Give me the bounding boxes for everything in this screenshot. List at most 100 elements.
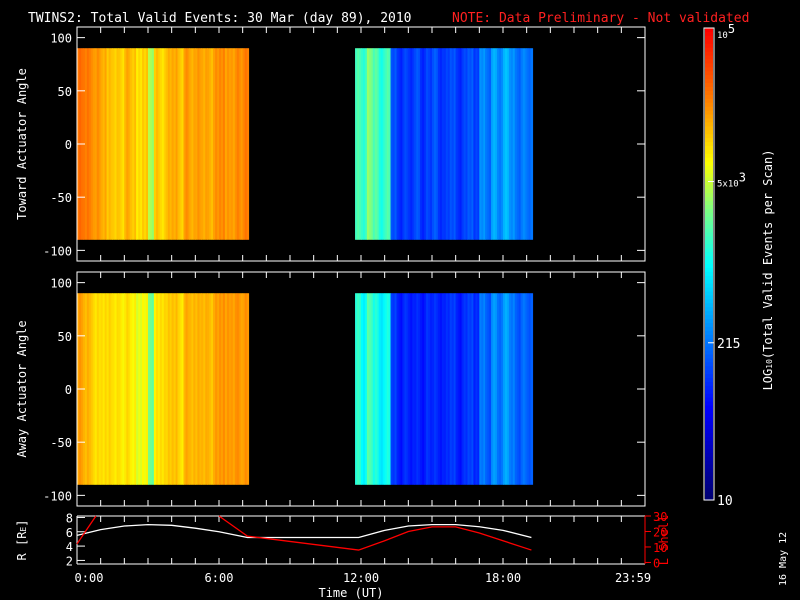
away-cell-stripe	[424, 293, 427, 485]
toward-cell-stripe	[451, 48, 454, 240]
toward-cell-stripe	[433, 48, 437, 240]
colorbar-swatch	[705, 472, 713, 477]
away-cell-stripe	[426, 293, 429, 485]
toward-cell-stripe	[388, 48, 391, 240]
toward-cell-stripe	[148, 48, 151, 240]
away-cell-stripe	[506, 293, 510, 485]
colorbar-swatch	[705, 326, 713, 332]
toward-cell-stripe	[130, 48, 133, 240]
toward-cell-stripe	[384, 48, 387, 240]
toward-cell-stripe	[100, 48, 103, 240]
toward-cell-stripe	[475, 48, 478, 240]
toward-cell-stripe	[435, 48, 439, 240]
colorbar-swatch	[705, 110, 713, 116]
away-cell-stripe	[183, 293, 186, 485]
toward-cell-stripe	[84, 48, 88, 240]
colorbar-swatch	[705, 248, 713, 253]
plot-title: TWINS2: Total Valid Events: 30 Mar (day …	[28, 11, 412, 26]
colorbar-swatch	[705, 405, 713, 411]
toward-cell-stripe	[378, 48, 382, 240]
away-cell-stripe	[100, 293, 103, 485]
away-cell-stripe	[238, 293, 241, 485]
y-tick-label: 0	[65, 138, 72, 152]
toward-cell-stripe	[432, 48, 435, 240]
toward-cell-stripe	[108, 48, 111, 240]
toward-cell-stripe	[463, 48, 466, 240]
toward-cell-stripe	[422, 48, 425, 240]
away-cell-stripe	[524, 293, 527, 485]
colorbar-tick-label: 5x103	[717, 171, 746, 190]
away-cell-stripe	[90, 293, 94, 485]
away-cell-stripe	[199, 293, 202, 485]
toward-cell-stripe	[132, 48, 135, 240]
toward-cell-stripe	[151, 48, 155, 240]
toward-cell-stripe	[175, 48, 178, 240]
colorbar-swatch	[705, 437, 713, 442]
toward-cell-stripe	[195, 48, 198, 240]
colorbar-swatch	[705, 283, 713, 289]
away-cell-stripe	[463, 293, 466, 485]
toward-cell-stripe	[465, 48, 468, 240]
toward-cell-stripe	[376, 48, 380, 240]
away-cell-stripe	[185, 293, 188, 485]
toward-cell-stripe	[149, 48, 153, 240]
colorbar-swatch	[705, 220, 713, 226]
r-tick-label: 4	[66, 540, 73, 554]
colorbar-swatch	[705, 114, 713, 120]
away-cell-stripe	[404, 293, 407, 485]
colorbar-swatch	[705, 279, 713, 285]
toward-cell-stripe	[441, 48, 445, 240]
toward-cell-stripe	[485, 48, 488, 240]
away-cell-stripe	[493, 293, 496, 485]
toward-cell-stripe	[380, 48, 383, 240]
toward-cell-stripe	[457, 48, 460, 240]
away-cell-stripe	[497, 293, 500, 485]
away-cell-stripe	[512, 293, 516, 485]
toward-cell-stripe	[201, 48, 204, 240]
away-cell-stripe	[220, 293, 224, 485]
colorbar-swatch	[705, 87, 713, 92]
colorbar-swatch	[705, 299, 713, 304]
away-cell-stripe	[433, 293, 437, 485]
toward-cell-stripe	[508, 48, 512, 240]
x-tick-label: 12:00	[343, 571, 379, 585]
toward-cell-stripe	[94, 48, 98, 240]
x-axis-label: Time (UT)	[318, 586, 383, 600]
toward-cell-stripe	[128, 48, 131, 240]
toward-cell-stripe	[102, 48, 105, 240]
toward-cell-stripe	[503, 48, 506, 240]
colorbar-swatch	[705, 315, 713, 320]
colorbar-swatch	[705, 425, 713, 430]
colorbar-swatch	[705, 149, 713, 155]
toward-cell-stripe	[459, 48, 462, 240]
away-cell-stripe	[481, 293, 484, 485]
toward-cell-stripe	[412, 48, 415, 240]
away-cell-stripe	[122, 293, 125, 485]
away-cell-stripe	[386, 293, 389, 485]
toward-cell-stripe	[359, 48, 362, 240]
colorbar-swatch	[705, 492, 713, 497]
toward-cell-stripe	[526, 48, 529, 240]
away-cell-stripe	[473, 293, 476, 485]
colorbar-swatch	[705, 409, 713, 415]
toward-cell-stripe	[173, 48, 176, 240]
r-axis-label: R [RE]	[15, 520, 29, 561]
toward-cell-stripe	[447, 48, 451, 240]
toward-cell-stripe	[163, 48, 167, 240]
y-tick-label: 100	[50, 277, 72, 291]
colorbar-swatch	[705, 401, 713, 407]
away-cell-stripe	[234, 293, 238, 485]
toward-cell-stripe	[414, 48, 417, 240]
away-cell-stripe	[443, 293, 447, 485]
away-cell-stripe	[232, 293, 236, 485]
colorbar-swatch	[705, 468, 713, 474]
colorbar-swatch	[705, 146, 713, 151]
away-cell-stripe	[163, 293, 167, 485]
toward-cell-stripe	[98, 48, 101, 240]
away-cell-stripe	[382, 293, 385, 485]
toward-cell-stripe	[165, 48, 169, 240]
colorbar-swatch	[705, 311, 713, 316]
away-cell-stripe	[181, 293, 184, 485]
x-tick-label: 6:00	[205, 571, 234, 585]
away-cell-stripe	[432, 293, 435, 485]
